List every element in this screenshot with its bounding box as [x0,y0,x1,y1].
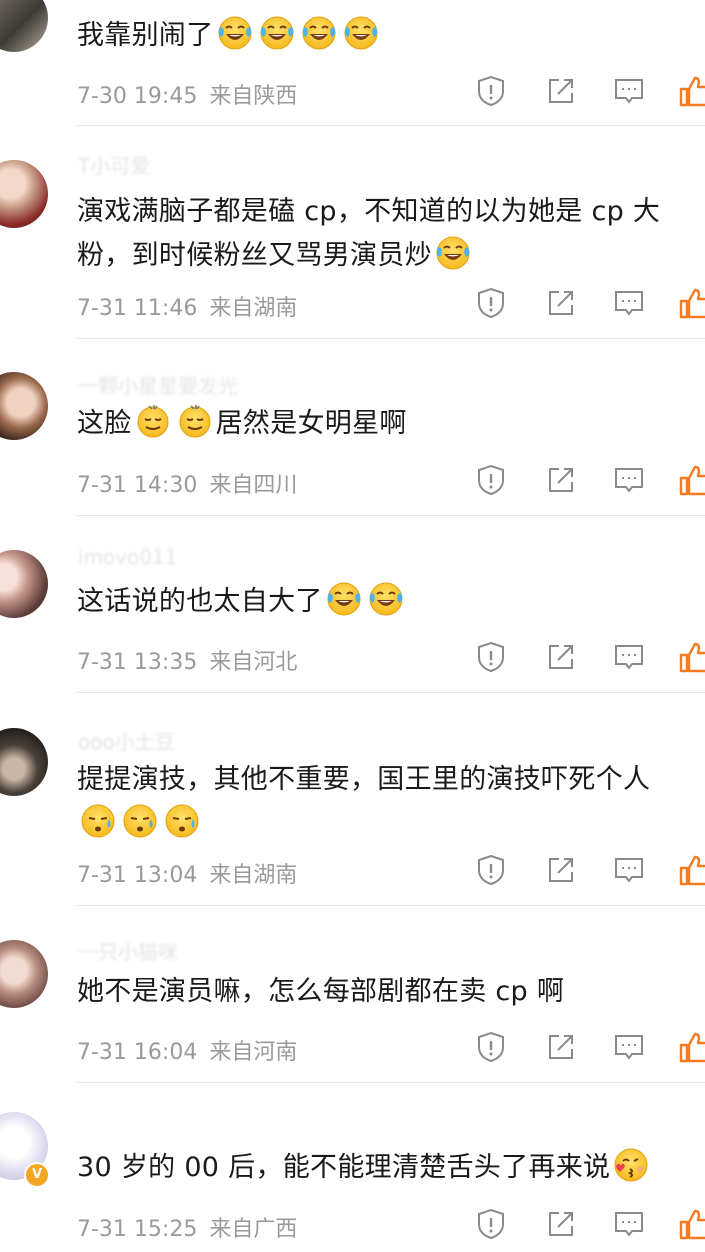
comment-meta: 7-31 11:46 来自湖南 [77,290,297,322]
comment-meta: 7-30 19:45 来自陕西 [77,78,297,110]
avatar[interactable] [0,160,48,228]
laugh-cry-emoji-icon [368,581,404,617]
avatar[interactable] [0,940,48,1008]
comment-actions [474,286,705,322]
comment-actions [474,74,705,110]
username[interactable]: T小可爱 [78,150,150,179]
repost-icon[interactable] [544,640,578,674]
comment-actions [474,463,705,499]
comment-meta: 7-31 15:25 来自广西 [77,1211,297,1243]
comment-text: 这脸 居然是女明星啊 [77,402,705,446]
report-icon[interactable] [474,286,508,320]
kiss-emoji-icon [613,1147,649,1183]
comment-actions [474,640,705,676]
avatar[interactable] [0,0,48,52]
comment-icon[interactable] [612,1030,646,1064]
comment-location: 来自湖南 [209,296,298,321]
comment-actions [474,853,705,889]
comment-text: 这话说的也太自大了 [77,580,705,624]
like-icon[interactable] [679,1207,705,1241]
comment-icon[interactable] [612,640,646,674]
sweat-emoji-icon [164,803,200,839]
username[interactable]: 一颗小星星要发光 [78,370,238,399]
report-icon[interactable] [474,463,508,497]
comment-actions [474,1030,705,1066]
comment-location: 来自陕西 [209,84,298,109]
dizzy-emoji-icon [135,403,171,439]
sweat-emoji-icon [122,803,158,839]
like-icon[interactable] [679,463,705,497]
comment-location: 来自湖南 [209,863,298,888]
laugh-cry-emoji-icon [343,15,379,51]
report-icon[interactable] [474,1030,508,1064]
repost-icon[interactable] [544,1030,578,1064]
comment-icon[interactable] [612,1207,646,1241]
report-icon[interactable] [474,1207,508,1241]
comment-icon[interactable] [612,853,646,887]
dizzy-emoji-icon [177,403,213,439]
report-icon[interactable] [474,74,508,108]
divider [75,125,705,126]
avatar[interactable] [0,372,48,440]
laugh-cry-emoji-icon [326,581,362,617]
comment-icon[interactable] [612,286,646,320]
like-icon[interactable] [679,640,705,674]
laugh-cry-emoji-icon [301,15,337,51]
comment-date: 7-31 13:04 [77,863,198,888]
comment-location: 来自四川 [209,473,298,498]
divider [75,515,705,516]
repost-icon[interactable] [544,286,578,320]
comment-text: 演戏满脑子都是磕 cp，不知道的以为她是 cp 大 粉，到时候粉丝又骂男演员炒 [77,196,661,271]
comment-date: 7-31 13:35 [77,650,198,675]
like-icon[interactable] [679,286,705,320]
comment-meta: 7-31 13:35 来自河北 [77,644,297,676]
repost-icon[interactable] [544,853,578,887]
comment-location: 来自广西 [209,1217,298,1242]
sweat-emoji-icon [80,803,116,839]
repost-icon[interactable] [544,74,578,108]
comment-date: 7-31 16:04 [77,1040,198,1065]
comment-date: 7-30 19:45 [77,84,198,109]
report-icon[interactable] [474,640,508,674]
comment-actions [474,1207,705,1243]
comment-text: 提提演技，其他不重要，国王里的演技吓死个人 [77,758,705,846]
divider [75,905,705,906]
comment-text: 我靠别闹了 [77,14,705,58]
comment-text: 30 岁的 00 后，能不能理清楚舌头了再来说 [77,1146,705,1190]
repost-icon[interactable] [544,463,578,497]
comment-text: 她不是演员嘛，怎么每部剧都在卖 cp 啊 [77,976,565,1007]
comment-location: 来自河南 [209,1040,298,1065]
comment-meta: 7-31 16:04 来自河南 [77,1034,297,1066]
username[interactable]: imovo011 [78,545,178,569]
laugh-cry-emoji-icon [435,235,471,271]
like-icon[interactable] [679,1030,705,1064]
like-icon[interactable] [679,74,705,108]
avatar[interactable] [0,728,48,796]
divider [75,338,705,339]
report-icon[interactable] [474,853,508,887]
divider [75,1082,705,1083]
comment-location: 来自河北 [209,650,298,675]
like-icon[interactable] [679,853,705,887]
repost-icon[interactable] [544,1207,578,1241]
laugh-cry-emoji-icon [217,15,253,51]
comment-date: 7-31 11:46 [77,296,198,321]
comment-date: 7-31 14:30 [77,473,198,498]
divider [75,692,705,693]
comment-icon[interactable] [612,463,646,497]
comment-icon[interactable] [612,74,646,108]
comment-meta: 7-31 13:04 来自湖南 [77,857,297,889]
avatar[interactable] [0,550,48,618]
username[interactable]: ooo小土豆 [78,726,175,755]
comment-date: 7-31 15:25 [77,1217,198,1242]
comment-meta: 7-31 14:30 来自四川 [77,467,297,499]
verified-badge-icon: V [24,1162,50,1188]
username[interactable]: 一只小猫咪 [78,936,178,965]
laugh-cry-emoji-icon [259,15,295,51]
